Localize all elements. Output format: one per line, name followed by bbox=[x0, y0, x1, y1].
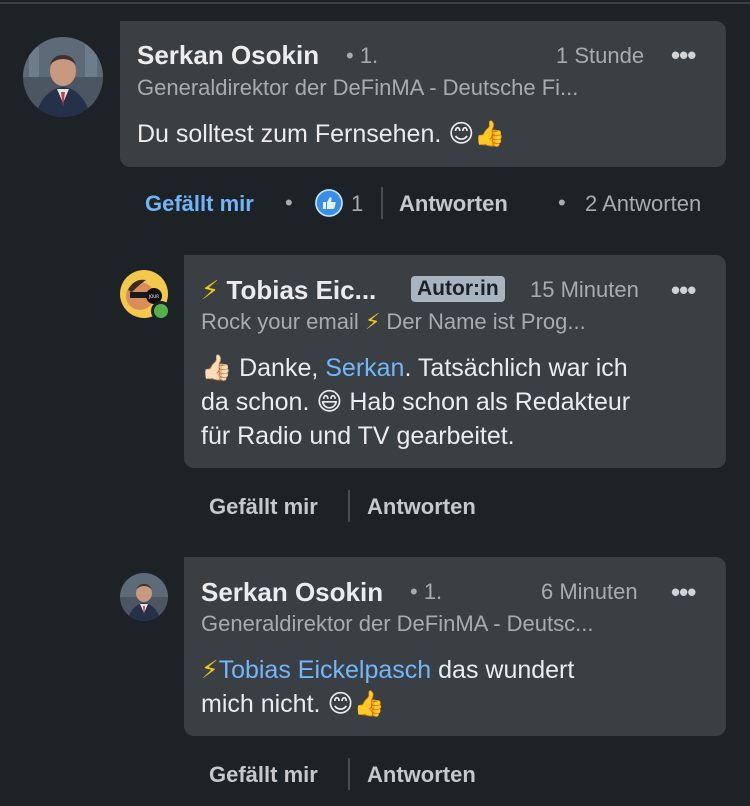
author-headline: Rock your email ⚡ Der Name ist Prog... bbox=[201, 309, 586, 335]
comment-author-name[interactable]: Serkan Osokin bbox=[137, 40, 319, 71]
author-headline: Generaldirektor der DeFinMA - Deutsc... bbox=[201, 611, 594, 636]
reply-author-name[interactable]: Serkan Osokin bbox=[201, 577, 383, 608]
action-divider bbox=[381, 187, 383, 219]
thumbs-up-icon: 👍🏻 bbox=[201, 353, 233, 382]
reply-author-name[interactable]: ⚡ Tobias Eic... bbox=[201, 275, 376, 306]
reply-text-part: Danke, bbox=[232, 354, 326, 382]
reply-text-part: für Radio und TV gearbeitet. bbox=[201, 422, 515, 450]
reply-text-part: . Tatsächlich war ich bbox=[404, 354, 628, 382]
more-options-icon[interactable]: ••• bbox=[671, 275, 696, 306]
separator-dot: • bbox=[558, 190, 566, 215]
action-divider bbox=[348, 490, 350, 522]
reply-text-part: das wundert bbox=[431, 656, 575, 684]
reply-text-part: Hab schon als Redakteur bbox=[342, 388, 631, 416]
like-button[interactable]: Gefällt mir bbox=[145, 191, 254, 217]
comment-text: Du solltest zum Fernsehen. 😊👍 bbox=[137, 117, 697, 151]
comment-text-content: Du solltest zum Fernsehen. bbox=[137, 120, 442, 148]
headline-part: Rock your email bbox=[201, 309, 359, 334]
lightning-icon: ⚡ bbox=[364, 310, 381, 335]
reply-author-text: Tobias Eic... bbox=[226, 275, 377, 305]
reply-button[interactable]: Antworten bbox=[367, 762, 476, 788]
headline-part: Der Name ist Prog... bbox=[386, 309, 586, 334]
grin-icon: 😄 bbox=[316, 387, 343, 416]
connection-degree: • 1. bbox=[410, 579, 443, 604]
online-status-icon bbox=[151, 301, 171, 321]
mention-link[interactable]: Tobias Eickelpasch bbox=[219, 656, 432, 684]
mention-link[interactable]: Serkan bbox=[325, 354, 404, 382]
reply-text: ⚡Tobias Eickelpasch das wundert mich nic… bbox=[201, 653, 716, 721]
reply-button[interactable]: Antworten bbox=[367, 494, 476, 520]
like-count[interactable]: 1 bbox=[351, 191, 363, 217]
avatar-serkan-osokin[interactable] bbox=[23, 37, 103, 117]
reply-timestamp: 15 Minuten bbox=[530, 277, 639, 302]
top-divider bbox=[0, 2, 750, 4]
author-badge: Autor:in bbox=[411, 276, 505, 302]
reply-text: 👍🏻 Danke, Serkan. Tatsächlich war ich da… bbox=[201, 351, 716, 453]
author-headline: Generaldirektor der DeFinMA - Deutsche F… bbox=[137, 75, 579, 100]
reply-timestamp: 6 Minuten bbox=[541, 579, 638, 604]
replies-count-link[interactable]: 2 Antworten bbox=[585, 191, 701, 217]
lightning-icon: ⚡ bbox=[201, 655, 219, 684]
svg-text:JOUR: JOUR bbox=[148, 294, 159, 299]
more-options-icon[interactable]: ••• bbox=[671, 40, 696, 71]
emoji-smile-thumbs: 😊👍 bbox=[327, 689, 385, 718]
avatar-serkan-osokin[interactable] bbox=[120, 573, 168, 621]
reply-text-part: da schon. bbox=[201, 388, 317, 416]
like-reaction-icon[interactable] bbox=[315, 189, 343, 217]
reply-button[interactable]: Antworten bbox=[399, 191, 508, 217]
lightning-icon: ⚡ bbox=[201, 276, 220, 306]
emoji-smile-thumbs: 😊👍 bbox=[448, 119, 506, 148]
connection-degree: • 1. bbox=[346, 43, 379, 68]
reply-text-part: mich nicht. bbox=[201, 690, 328, 718]
like-button[interactable]: Gefällt mir bbox=[209, 494, 318, 520]
more-options-icon[interactable]: ••• bbox=[671, 577, 696, 608]
comment-timestamp: 1 Stunde bbox=[556, 43, 645, 68]
separator-dot: • bbox=[285, 190, 293, 215]
like-button[interactable]: Gefällt mir bbox=[209, 762, 318, 788]
action-divider bbox=[348, 758, 350, 790]
